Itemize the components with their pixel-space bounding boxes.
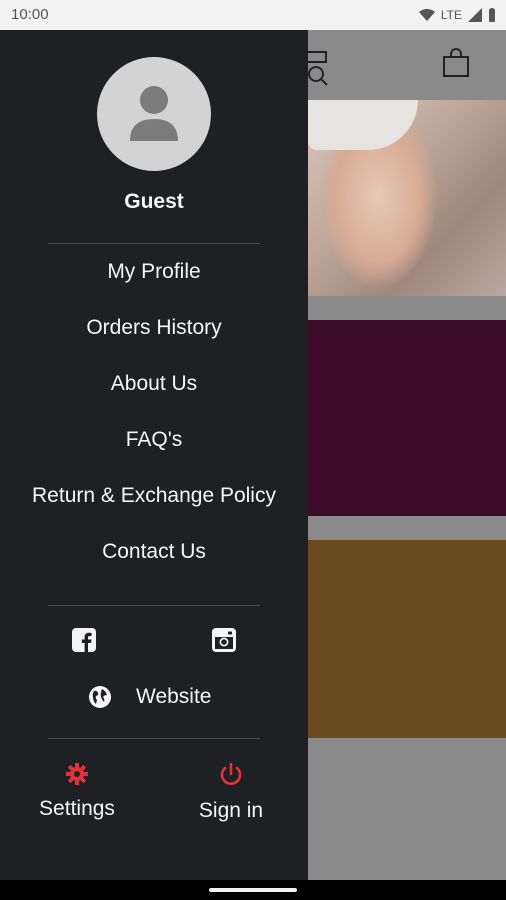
user-name: Guest xyxy=(124,190,184,213)
menu-item-about-us[interactable]: About Us xyxy=(0,356,308,412)
gear-icon xyxy=(66,763,88,785)
status-bar: 10:00 LTE xyxy=(0,0,506,30)
wifi-icon xyxy=(418,8,435,21)
signal-icon xyxy=(468,8,482,22)
home-gesture-handle[interactable] xyxy=(209,888,297,892)
search-icon[interactable] xyxy=(306,50,330,86)
menu-item-my-profile[interactable]: My Profile xyxy=(0,244,308,300)
user-icon xyxy=(130,86,178,141)
website-link[interactable]: Website xyxy=(88,682,211,712)
globe-icon xyxy=(89,686,111,708)
menu-item-orders-history[interactable]: Orders History xyxy=(0,300,308,356)
network-type: LTE xyxy=(440,8,462,22)
promo-tile-plum[interactable] xyxy=(308,320,506,516)
settings-button[interactable]: Settings xyxy=(17,762,137,821)
sign-in-button[interactable]: Sign in xyxy=(171,762,291,823)
shopping-bag-icon[interactable] xyxy=(442,48,470,78)
drawer-menu: My Profile Orders History About Us FAQ's… xyxy=(0,244,308,580)
divider-middle xyxy=(48,605,260,606)
menu-item-contact-us[interactable]: Contact Us xyxy=(0,524,308,580)
social-links xyxy=(0,628,308,664)
avatar[interactable] xyxy=(97,57,211,171)
menu-item-faqs[interactable]: FAQ's xyxy=(0,412,308,468)
status-time: 10:00 xyxy=(11,6,49,23)
banner-image[interactable] xyxy=(308,100,506,296)
promo-tile-mustard[interactable] xyxy=(308,540,506,738)
website-label: Website xyxy=(136,685,212,708)
sign-in-label: Sign in xyxy=(198,799,264,822)
divider-bottom xyxy=(48,738,260,739)
menu-item-return-exchange-policy[interactable]: Return & Exchange Policy xyxy=(0,468,308,524)
settings-label: Settings xyxy=(39,797,115,820)
facebook-icon[interactable] xyxy=(72,628,96,652)
navigation-drawer: Guest My Profile Orders History About Us… xyxy=(0,30,308,880)
battery-icon xyxy=(489,7,495,22)
instagram-icon[interactable] xyxy=(212,628,236,652)
system-icons: LTE xyxy=(418,7,496,23)
system-nav-bar xyxy=(0,880,506,900)
power-icon xyxy=(220,762,242,785)
